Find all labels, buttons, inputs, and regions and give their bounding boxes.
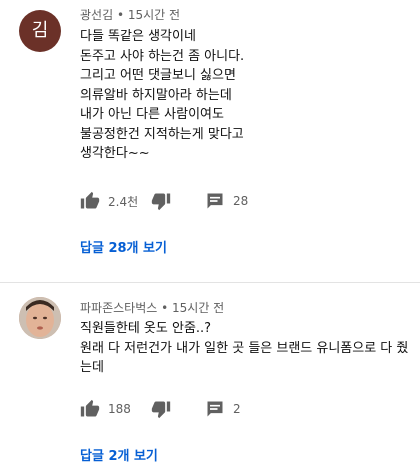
like-button[interactable]: 188	[80, 397, 131, 421]
thumb-up-icon	[80, 191, 100, 209]
avatar[interactable]: 김	[19, 10, 61, 52]
comment-text: 다들 똑같은 생각이네 돈주고 사야 하는건 좀 아니다. 그리고 어떤 댓글보…	[80, 27, 410, 164]
reply-button[interactable]: 2	[205, 397, 241, 421]
comment-icon	[207, 193, 223, 209]
reply-count: 28	[233, 194, 249, 208]
comment-actions: 2.4천 28	[80, 189, 380, 213]
comment-line: 다들 똑같은 생각이네	[80, 29, 196, 44]
avatar[interactable]	[19, 297, 61, 339]
comment-icon	[207, 401, 223, 417]
comment-line: 불공정한건 지적하는게 맞다고	[80, 126, 244, 142]
comment-line: 원래 다 저런건가 내가 일한 곳 들은 브랜드 유니폼으로 다 줬	[80, 340, 409, 356]
like-count: 188	[108, 402, 131, 416]
separator: •	[161, 301, 169, 315]
view-replies-link[interactable]: 답글 2개 보기	[80, 445, 158, 464]
view-replies-link[interactable]: 답글 28개 보기	[80, 237, 167, 256]
comment-meta: 광선김 • 15시간 전	[80, 6, 180, 23]
comment-item: 파파존스타벅스 • 15시간 전 직원들한테 옷도 안줌..? 원래 다 저런건…	[0, 283, 420, 474]
separator: •	[116, 8, 125, 22]
author-name[interactable]: 파파존스타벅스	[80, 301, 157, 315]
thumb-down-icon	[151, 401, 171, 419]
avatar-photo	[19, 297, 61, 339]
timestamp: 15시간 전	[172, 301, 225, 315]
dislike-button[interactable]	[151, 397, 171, 421]
comment-text: 직원들한테 옷도 안줌..? 원래 다 저런건가 내가 일한 곳 들은 브랜드 …	[80, 319, 410, 378]
dislike-button[interactable]	[151, 189, 171, 213]
author-name[interactable]: 광선김	[80, 8, 113, 22]
thumb-down-icon	[151, 193, 171, 211]
comment-line: 돈주고 사야 하는건 좀 아니다.	[80, 48, 245, 64]
comment-line: 내가 아닌 다른 사람이여도	[80, 107, 224, 122]
comment-item: 김 광선김 • 15시간 전 다들 똑같은 생각이네 돈주고 사야 하는건 좀 …	[0, 0, 420, 282]
like-button[interactable]: 2.4천	[80, 189, 138, 213]
timestamp: 15시간 전	[127, 8, 181, 22]
comment-line: 생각한다~~	[80, 146, 150, 161]
comment-line: 는데	[80, 360, 104, 375]
reply-button[interactable]: 28	[205, 189, 248, 213]
like-count: 2.4천	[108, 194, 139, 209]
comment-line: 직원들한테 옷도 안줌..?	[80, 321, 212, 336]
comment-actions: 188 2	[80, 397, 380, 421]
reply-count: 2	[233, 402, 241, 416]
comment-meta: 파파존스타벅스 • 15시간 전	[80, 299, 224, 316]
comment-line: 그리고 어떤 댓글보니 싫으면	[80, 68, 236, 83]
thumb-up-icon	[80, 399, 100, 417]
comment-line: 의류알바 하지말아라 하는데	[80, 87, 232, 103]
